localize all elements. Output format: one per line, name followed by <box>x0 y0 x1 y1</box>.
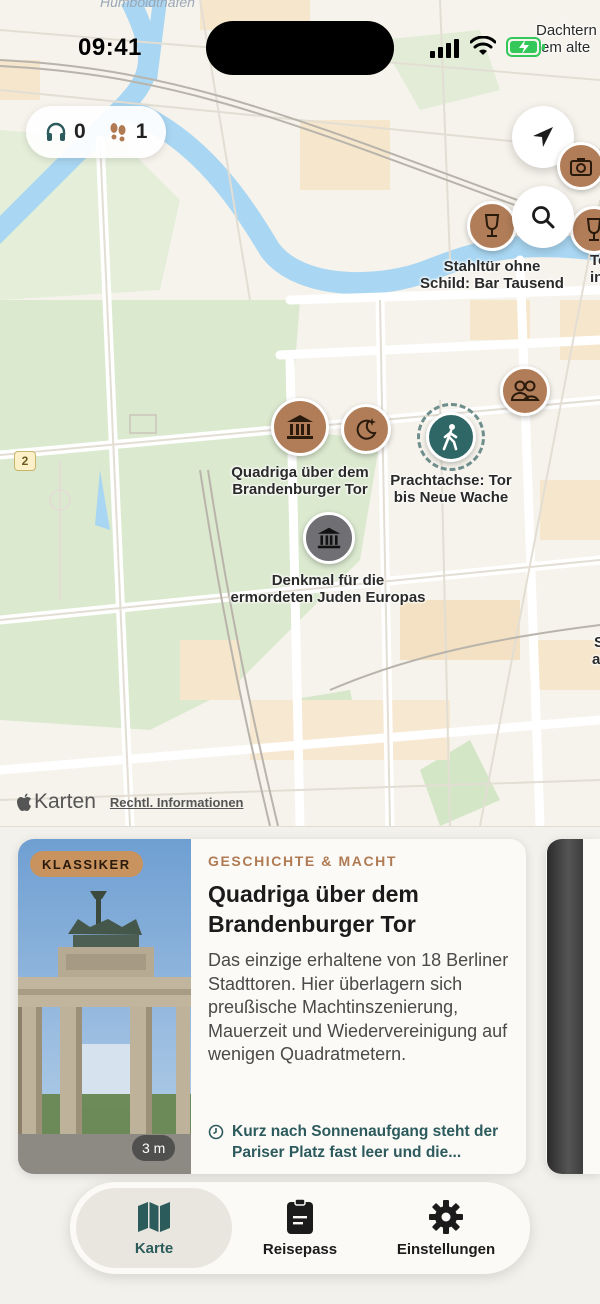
poi-pin-bar-tausend[interactable] <box>467 201 517 251</box>
apple-logo-icon <box>17 793 31 811</box>
search-button[interactable] <box>512 186 574 248</box>
classic-badge: KLASSIKER <box>30 851 143 877</box>
people-icon <box>510 380 540 401</box>
clock-icon <box>208 1124 224 1140</box>
map-icon <box>138 1201 170 1232</box>
footprints-icon <box>110 123 126 142</box>
next-tour-card[interactable] <box>546 839 600 1174</box>
legal-info-link[interactable]: Rechtl. Informationen <box>110 795 244 810</box>
poi-label-partial: S <box>594 634 600 651</box>
status-time: 09:41 <box>78 34 142 61</box>
passport-icon <box>287 1198 313 1234</box>
duration-badge: 3 m <box>132 1135 176 1161</box>
tour-card[interactable]: KLASSIKER 3 m GESCHICHTE & MACHT Quadrig… <box>18 839 526 1174</box>
headphones-icon <box>46 122 66 141</box>
card-title: Quadriga über dem Brandenburger Tor <box>208 881 419 937</box>
tab-label: Einstellungen <box>396 1240 496 1258</box>
map-attribution: Karten Rechtl. Informationen <box>16 790 244 814</box>
gear-icon <box>429 1199 463 1234</box>
poi-pin-camera[interactable] <box>557 142 600 190</box>
card-photo: KLASSIKER 3 m <box>18 839 191 1174</box>
wine-glass-icon <box>586 218 600 241</box>
tab-reisepass[interactable]: Reisepass <box>222 1188 378 1268</box>
listen-count: 0 <box>74 120 86 143</box>
wifi-icon <box>470 36 496 55</box>
walking-icon <box>442 424 458 451</box>
next-card-photo <box>547 839 583 1174</box>
poi-pin-denkmal[interactable] <box>303 512 355 564</box>
tour-card-carousel[interactable]: KLASSIKER 3 m GESCHICHTE & MACHT Quadrig… <box>0 826 600 1304</box>
battery-charging-icon <box>506 37 545 57</box>
brandenburger-tor-image <box>18 839 191 1174</box>
cellular-signal-icon <box>430 39 459 58</box>
poi-pin-night[interactable] <box>341 404 391 454</box>
tab-einstellungen[interactable]: Einstellungen <box>368 1188 524 1268</box>
moon-stars-icon <box>356 418 377 440</box>
status-bar: 09:41 <box>0 0 600 96</box>
map-view[interactable]: Humboldthafen Dachtern em alte 09:41 0 1… <box>0 0 600 826</box>
museum-icon <box>287 415 313 439</box>
location-arrow-icon <box>533 127 553 147</box>
poi-pin-prachtachse[interactable] <box>426 412 476 462</box>
poi-pin-quadriga[interactable] <box>271 398 329 456</box>
card-content: GESCHICHTE & MACHT Quadriga über dem Bra… <box>208 853 514 1161</box>
maps-brand: Karten <box>16 790 96 814</box>
card-tip: Kurz nach Sonnenaufgang steht der Parise… <box>208 1121 514 1163</box>
tab-bar: Karte Reisepass Einstellungen <box>70 1182 530 1274</box>
poi-label-partial: Te <box>590 252 600 269</box>
tab-karte[interactable]: Karte <box>76 1188 232 1268</box>
tab-label: Reisepass <box>262 1240 338 1258</box>
wine-glass-icon <box>484 214 500 237</box>
poi-label-partial: a <box>592 651 600 668</box>
camera-icon <box>570 158 592 176</box>
road-number-badge: 2 <box>14 451 36 471</box>
card-category: GESCHICHTE & MACHT <box>208 853 398 869</box>
search-icon <box>532 206 555 229</box>
poi-label-quadriga[interactable]: Quadriga über dem Brandenburger Tor <box>231 464 369 498</box>
poi-label-partial: in <box>590 269 600 286</box>
visit-count: 1 <box>135 120 148 143</box>
museum-icon <box>317 527 341 549</box>
progress-counter[interactable]: 0 1 <box>26 106 166 158</box>
poi-pin-group[interactable] <box>500 366 550 416</box>
poi-label-bar-tausend[interactable]: Stahltür ohne Schild: Bar Tausend <box>420 258 564 292</box>
card-description: Das einzige erhaltene von 18 Berliner St… <box>208 950 509 1064</box>
poi-label-prachtachse[interactable]: Prachtachse: Tor bis Neue Wache <box>390 472 511 506</box>
dynamic-island <box>206 21 394 75</box>
card-tip-text: Kurz nach Sonnenaufgang steht der Parise… <box>232 1123 499 1161</box>
tab-label: Karte <box>134 1239 174 1257</box>
maps-brand-text: Karten <box>34 790 96 813</box>
poi-label-denkmal[interactable]: Denkmal für die ermordeten Juden Europas <box>230 572 425 606</box>
